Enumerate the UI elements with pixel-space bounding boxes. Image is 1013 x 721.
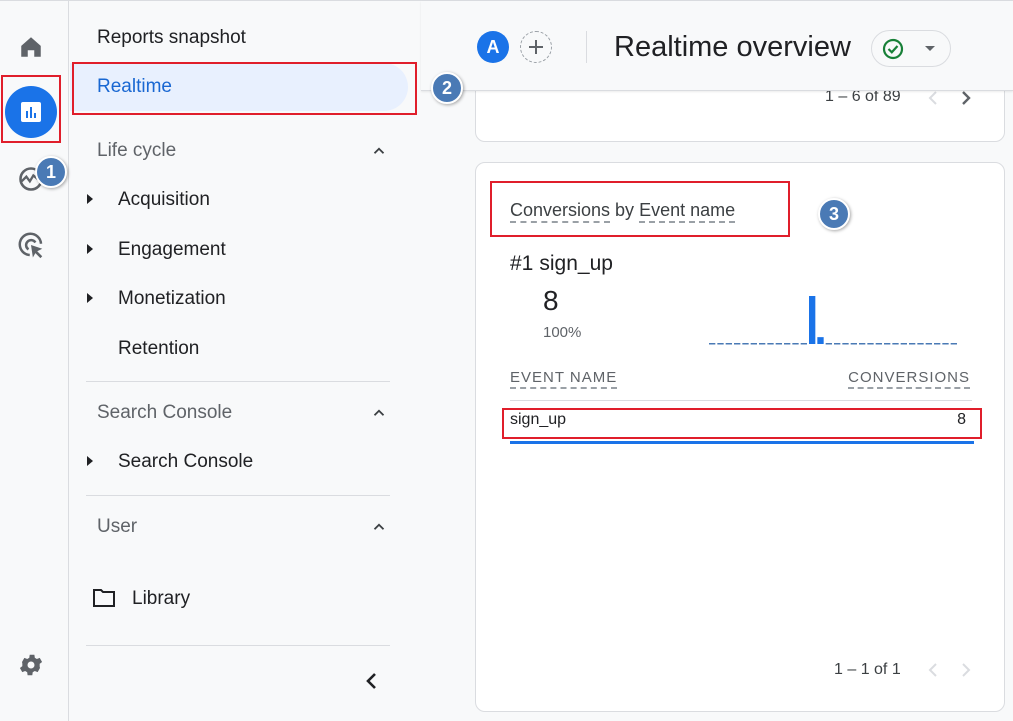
nav-item-label: Engagement: [118, 239, 226, 260]
chart-bar-empty[interactable]: [709, 343, 716, 345]
chart-bar[interactable]: [817, 337, 824, 344]
chart-bar-empty[interactable]: [892, 343, 899, 345]
chart-bar-empty[interactable]: [867, 343, 874, 345]
chart-bar-empty[interactable]: [800, 343, 807, 345]
chevron-right-icon[interactable]: [958, 89, 974, 107]
nav-item-acquisition[interactable]: Acquisition: [70, 182, 400, 218]
page-header: A Realtime overview: [421, 1, 1013, 91]
nav-item-label: Retention: [118, 338, 200, 359]
top-event-percent: 100%: [543, 324, 582, 341]
rank-event-name: sign_up: [539, 252, 613, 275]
chart-bar-empty[interactable]: [742, 343, 749, 345]
nav-item-monetization[interactable]: Monetization: [70, 281, 400, 317]
chart-bar-empty[interactable]: [842, 343, 849, 345]
chart-bar-empty[interactable]: [767, 343, 774, 345]
step-badge: 3: [818, 198, 850, 230]
data-status-dropdown[interactable]: [871, 30, 951, 67]
dropdown-arrow-icon: [925, 46, 935, 51]
top-event-value: 8: [543, 285, 559, 316]
chart-bar-empty[interactable]: [884, 343, 891, 345]
plus-icon: [529, 40, 543, 54]
home-button[interactable]: [15, 31, 47, 63]
header-separator: [586, 31, 587, 63]
gear-icon: [19, 654, 43, 676]
pagination-label: 1 – 1 of 1: [834, 661, 901, 678]
nav-item-label: Monetization: [118, 288, 226, 309]
row-share-bar: [510, 441, 974, 444]
chart-bar-empty[interactable]: [909, 343, 916, 345]
table-header-divider: [510, 400, 972, 401]
highlight-box-reports: [1, 75, 61, 143]
nav-item-search-console[interactable]: Search Console: [70, 444, 400, 480]
expand-arrow-icon: [87, 194, 93, 204]
nav-item-label: Acquisition: [118, 189, 210, 210]
nav-divider: [86, 495, 390, 496]
chevron-right-icon[interactable]: [958, 661, 974, 679]
chart-bar-empty[interactable]: [759, 343, 766, 345]
chevron-up-icon[interactable]: [370, 142, 388, 160]
section-header-user[interactable]: User: [97, 516, 137, 538]
expand-arrow-icon: [87, 293, 93, 303]
chart-bar-empty[interactable]: [734, 343, 741, 345]
chart-bar-empty[interactable]: [900, 343, 907, 345]
chart-bar-empty[interactable]: [917, 343, 924, 345]
section-header-search-console[interactable]: Search Console: [97, 402, 232, 424]
conversions-sparkline-chart: [709, 296, 957, 345]
chart-bar-empty[interactable]: [750, 343, 757, 345]
rank-number: #1: [510, 252, 534, 275]
chart-bar-empty[interactable]: [725, 343, 732, 345]
home-icon: [21, 37, 41, 57]
expand-arrow-icon: [87, 244, 93, 254]
step-badge: 2: [431, 72, 463, 104]
chart-bar-empty[interactable]: [784, 343, 791, 345]
chart-bar-empty[interactable]: [825, 343, 832, 345]
nav-item-label: Library: [132, 588, 191, 609]
nav-divider: [86, 381, 390, 382]
chart-bar-empty[interactable]: [942, 343, 949, 345]
highlight-box-card-title: [490, 181, 790, 237]
check-circle-icon: [882, 38, 904, 60]
chevron-up-icon[interactable]: [370, 518, 388, 536]
chevron-left-icon[interactable]: [925, 89, 941, 107]
nav-item-engagement[interactable]: Engagement: [70, 232, 400, 268]
column-header-event-name[interactable]: EVENT NAME: [510, 369, 618, 389]
top-event: #1 sign_up: [510, 252, 613, 276]
page-title: Realtime overview: [614, 31, 851, 63]
section-header-life-cycle[interactable]: Life cycle: [97, 140, 176, 162]
highlight-box-table-row: [502, 408, 982, 439]
step-badge: 1: [35, 156, 67, 188]
nav-divider: [86, 645, 390, 646]
folder-icon: [93, 589, 115, 607]
comparison-avatar[interactable]: A: [477, 31, 509, 63]
expand-arrow-icon: [87, 456, 93, 466]
chart-bar-empty[interactable]: [950, 343, 957, 345]
chevron-left-icon[interactable]: [925, 661, 941, 679]
highlight-box-realtime: [72, 62, 417, 115]
chart-bar-empty[interactable]: [859, 343, 866, 345]
nav-item-library[interactable]: Library: [70, 581, 400, 617]
add-comparison-button[interactable]: [520, 31, 552, 63]
column-header-conversions[interactable]: CONVERSIONS: [848, 369, 970, 389]
chart-bar-empty[interactable]: [775, 343, 782, 345]
chart-bar-empty[interactable]: [834, 343, 841, 345]
ads-cursor-icon: [18, 232, 43, 259]
chart-bar-empty[interactable]: [934, 343, 941, 345]
collapse-nav-chevron-icon[interactable]: [360, 669, 384, 693]
chart-bar-empty[interactable]: [717, 343, 724, 345]
nav-item-label: Search Console: [118, 451, 254, 472]
admin-settings-button[interactable]: [15, 649, 47, 681]
nav-reports-snapshot[interactable]: Reports snapshot: [97, 27, 246, 49]
nav-item-retention[interactable]: Retention: [70, 331, 400, 367]
chart-bar-empty[interactable]: [875, 343, 882, 345]
advertising-button[interactable]: [15, 229, 47, 261]
chart-bar-empty[interactable]: [925, 343, 932, 345]
chart-bar[interactable]: [809, 296, 816, 344]
chart-bar-empty[interactable]: [792, 343, 799, 345]
chevron-up-icon[interactable]: [370, 404, 388, 422]
chart-bar-empty[interactable]: [850, 343, 857, 345]
